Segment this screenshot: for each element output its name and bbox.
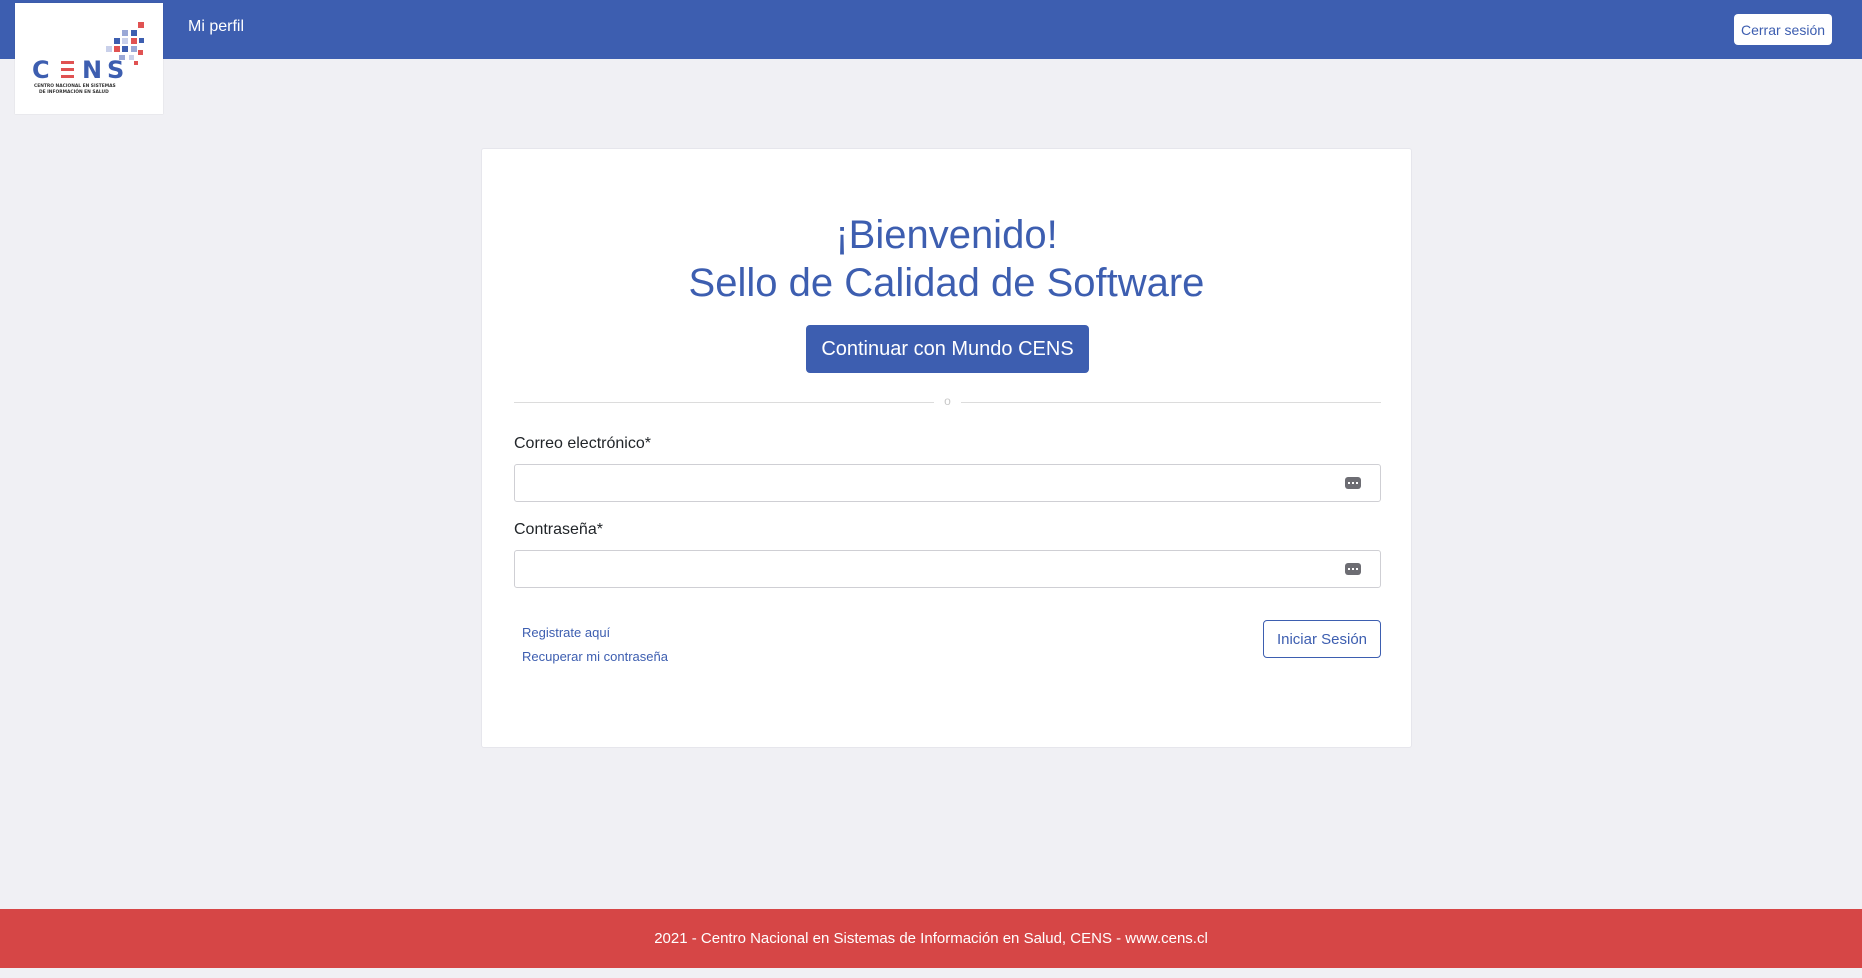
footer-text: 2021 - Centro Nacional en Sistemas de In… [654, 930, 1208, 947]
logo-letter-c: C [32, 56, 50, 84]
logout-button[interactable]: Cerrar sesión [1734, 14, 1832, 45]
app-title: Sello de Calidad de Software [688, 261, 1205, 305]
register-link[interactable]: Registrate aquí [522, 625, 610, 640]
logo-letter-s: S [107, 56, 124, 84]
continue-with-mundo-cens-button[interactable]: Continuar con Mundo CENS [806, 325, 1089, 373]
footer: 2021 - Centro Nacional en Sistemas de In… [0, 909, 1862, 968]
login-card: ¡Bienvenido! Sello de Calidad de Softwar… [481, 148, 1412, 748]
password-manager-key-icon[interactable] [1345, 563, 1361, 575]
cens-logo[interactable]: C N S CENTRO NACIONAL EN SISTEMAS DE INF… [15, 3, 163, 114]
password-manager-key-icon[interactable] [1345, 477, 1361, 489]
nav-my-profile-link[interactable]: Mi perfil [188, 18, 244, 36]
recover-password-link[interactable]: Recuperar mi contraseña [522, 649, 668, 664]
divider-line-right [961, 402, 1381, 403]
cens-logo-graphic: C N S CENTRO NACIONAL EN SISTEMAS DE INF… [32, 22, 144, 95]
password-label: Contraseña* [514, 521, 603, 538]
logo-subtitle-line-1: CENTRO NACIONAL EN SISTEMAS [34, 83, 116, 89]
login-button[interactable]: Iniciar Sesión [1263, 620, 1381, 658]
logo-letter-n: N [82, 56, 102, 84]
top-navbar: Mi perfil Cerrar sesión [0, 0, 1862, 59]
email-label: Correo electrónico* [514, 435, 651, 452]
password-field[interactable] [514, 550, 1381, 588]
email-field[interactable] [514, 464, 1381, 502]
divider-line-left [514, 402, 934, 403]
divider-or-text: o [944, 394, 951, 408]
logo-subtitle-line-2: DE INFORMACIÓN EN SALUD [39, 88, 109, 95]
welcome-title: ¡Bienvenido! [835, 213, 1058, 257]
